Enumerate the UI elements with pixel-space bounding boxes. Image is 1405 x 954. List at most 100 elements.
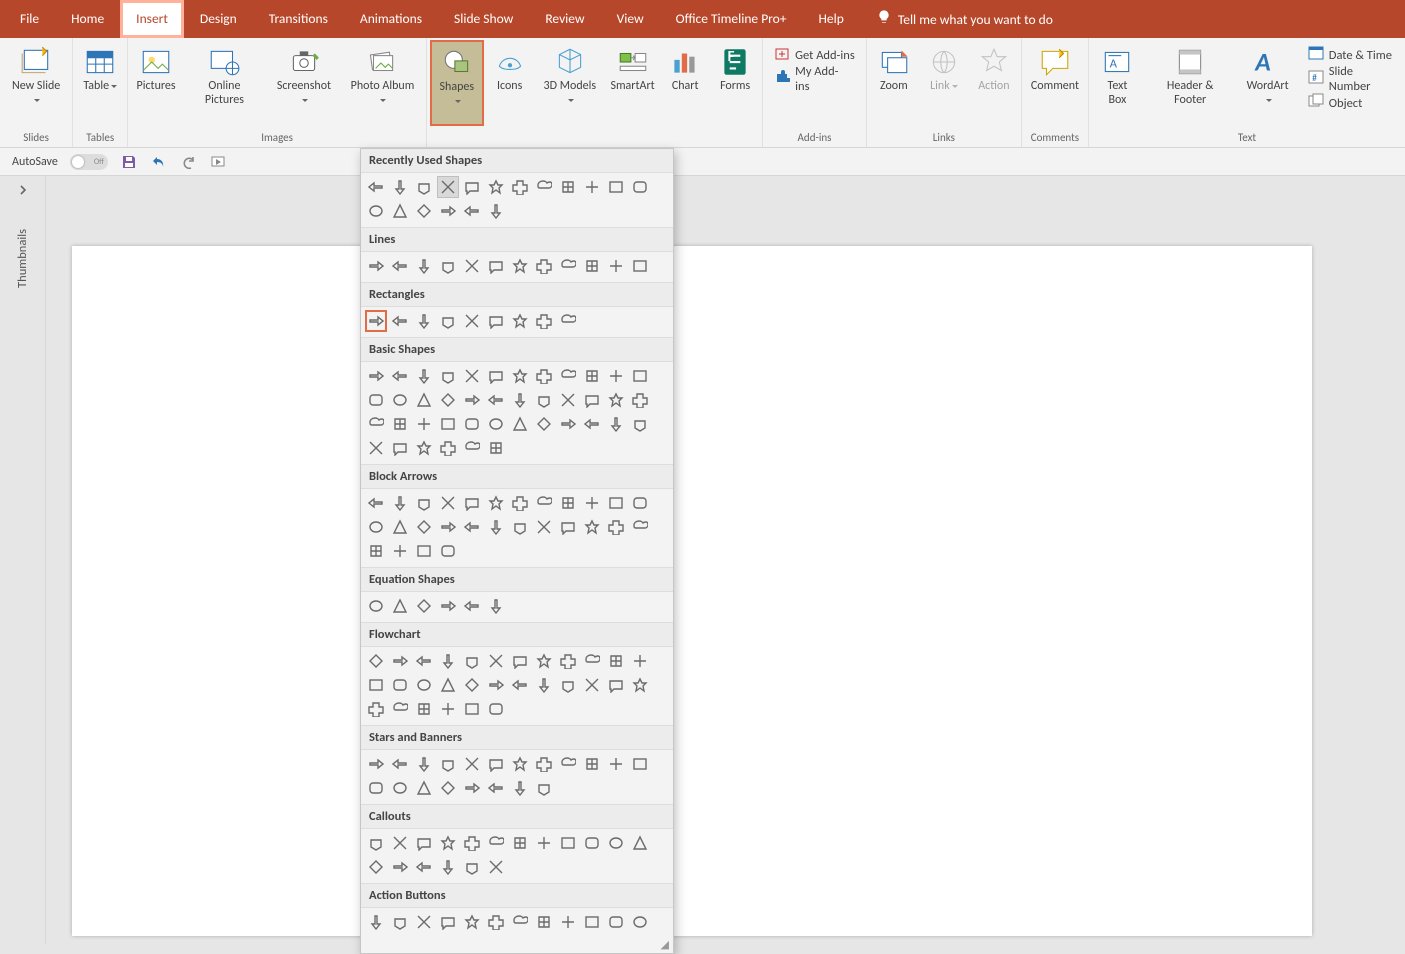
tab-design[interactable]: Design bbox=[184, 0, 253, 38]
shape-option[interactable] bbox=[485, 650, 507, 672]
thumbnails-expand-button[interactable] bbox=[18, 184, 28, 199]
tab-view[interactable]: View bbox=[601, 0, 660, 38]
shape-option[interactable] bbox=[389, 200, 411, 222]
shape-option[interactable] bbox=[629, 911, 651, 933]
shape-option[interactable] bbox=[437, 540, 459, 562]
shape-option[interactable] bbox=[533, 650, 555, 672]
shape-option[interactable] bbox=[485, 492, 507, 514]
shape-option[interactable] bbox=[485, 176, 507, 198]
icons-button[interactable]: Icons bbox=[486, 40, 534, 126]
shape-option[interactable] bbox=[557, 413, 579, 435]
shape-option[interactable] bbox=[605, 516, 627, 538]
shape-option[interactable] bbox=[533, 777, 555, 799]
shape-option[interactable] bbox=[485, 200, 507, 222]
shape-option[interactable] bbox=[437, 856, 459, 878]
shape-option[interactable] bbox=[509, 650, 531, 672]
shape-option[interactable] bbox=[365, 389, 387, 411]
shape-option[interactable] bbox=[365, 176, 387, 198]
shape-option[interactable] bbox=[461, 310, 483, 332]
shape-option[interactable] bbox=[413, 516, 435, 538]
shape-option[interactable] bbox=[461, 365, 483, 387]
shape-option[interactable] bbox=[437, 832, 459, 854]
shape-option[interactable] bbox=[413, 650, 435, 672]
shape-option[interactable] bbox=[389, 516, 411, 538]
shape-option[interactable] bbox=[485, 255, 507, 277]
shape-option[interactable] bbox=[437, 674, 459, 696]
link-button[interactable]: Link bbox=[920, 40, 968, 126]
shape-option[interactable] bbox=[461, 777, 483, 799]
tab-home[interactable]: Home bbox=[55, 0, 120, 38]
shape-option[interactable] bbox=[461, 753, 483, 775]
shape-option[interactable] bbox=[605, 492, 627, 514]
shape-option[interactable] bbox=[437, 492, 459, 514]
shape-option[interactable] bbox=[437, 650, 459, 672]
shape-option[interactable] bbox=[461, 698, 483, 720]
shape-option[interactable] bbox=[413, 310, 435, 332]
shape-option[interactable] bbox=[485, 674, 507, 696]
shape-option[interactable] bbox=[389, 255, 411, 277]
shape-option[interactable] bbox=[389, 176, 411, 198]
shape-option[interactable] bbox=[581, 255, 603, 277]
shape-option[interactable] bbox=[485, 911, 507, 933]
shape-option[interactable] bbox=[557, 492, 579, 514]
shape-option[interactable] bbox=[557, 832, 579, 854]
shape-option[interactable] bbox=[485, 595, 507, 617]
shape-option[interactable] bbox=[605, 255, 627, 277]
shape-option[interactable] bbox=[437, 310, 459, 332]
shape-option[interactable] bbox=[437, 365, 459, 387]
shape-option[interactable] bbox=[557, 310, 579, 332]
shape-option[interactable] bbox=[485, 365, 507, 387]
tell-me-search[interactable]: Tell me what you want to do bbox=[860, 0, 1069, 38]
tab-insert[interactable]: Insert bbox=[120, 0, 184, 38]
shape-option[interactable] bbox=[413, 832, 435, 854]
shape-option[interactable] bbox=[437, 413, 459, 435]
shape-option[interactable] bbox=[581, 389, 603, 411]
shape-option[interactable] bbox=[629, 492, 651, 514]
shape-option[interactable] bbox=[365, 674, 387, 696]
tab-review[interactable]: Review bbox=[529, 0, 600, 38]
shape-option[interactable] bbox=[461, 674, 483, 696]
shape-option[interactable] bbox=[629, 650, 651, 672]
shape-option[interactable] bbox=[605, 753, 627, 775]
shape-option[interactable] bbox=[629, 389, 651, 411]
shape-option[interactable] bbox=[509, 365, 531, 387]
shape-option[interactable] bbox=[605, 832, 627, 854]
shape-option[interactable] bbox=[629, 176, 651, 198]
shape-option[interactable] bbox=[533, 389, 555, 411]
shape-option[interactable] bbox=[461, 595, 483, 617]
slide-number-button[interactable]: # Slide Number bbox=[1300, 67, 1402, 91]
shape-option[interactable] bbox=[509, 176, 531, 198]
shape-option[interactable] bbox=[365, 365, 387, 387]
shape-option[interactable] bbox=[413, 176, 435, 198]
screenshot-button[interactable]: Screenshot bbox=[268, 40, 340, 126]
my-addins-button[interactable]: My Add-ins bbox=[766, 67, 863, 91]
shape-option[interactable] bbox=[461, 516, 483, 538]
shape-option[interactable] bbox=[365, 516, 387, 538]
shape-option[interactable] bbox=[509, 255, 531, 277]
save-button[interactable] bbox=[120, 153, 138, 171]
shape-option[interactable] bbox=[509, 777, 531, 799]
shape-option[interactable] bbox=[461, 832, 483, 854]
autosave-toggle[interactable]: Off bbox=[70, 154, 108, 170]
zoom-button[interactable]: Zoom bbox=[870, 40, 918, 126]
shape-option[interactable] bbox=[605, 911, 627, 933]
shape-option[interactable] bbox=[461, 650, 483, 672]
shape-option[interactable] bbox=[557, 516, 579, 538]
shape-option[interactable] bbox=[461, 437, 483, 459]
shape-option[interactable] bbox=[437, 698, 459, 720]
new-slide-button[interactable]: New Slide bbox=[3, 40, 69, 126]
shape-option[interactable] bbox=[413, 856, 435, 878]
shape-option[interactable] bbox=[365, 777, 387, 799]
shape-option[interactable] bbox=[389, 492, 411, 514]
shape-option[interactable] bbox=[509, 516, 531, 538]
shape-option[interactable] bbox=[581, 176, 603, 198]
shape-option[interactable] bbox=[437, 911, 459, 933]
3d-models-button[interactable]: 3D Models bbox=[536, 40, 604, 126]
shape-option[interactable] bbox=[365, 492, 387, 514]
shape-option[interactable] bbox=[533, 413, 555, 435]
shape-option[interactable] bbox=[365, 413, 387, 435]
shape-option[interactable] bbox=[389, 911, 411, 933]
shape-option[interactable] bbox=[365, 832, 387, 854]
shape-option[interactable] bbox=[581, 753, 603, 775]
shape-option[interactable] bbox=[581, 365, 603, 387]
